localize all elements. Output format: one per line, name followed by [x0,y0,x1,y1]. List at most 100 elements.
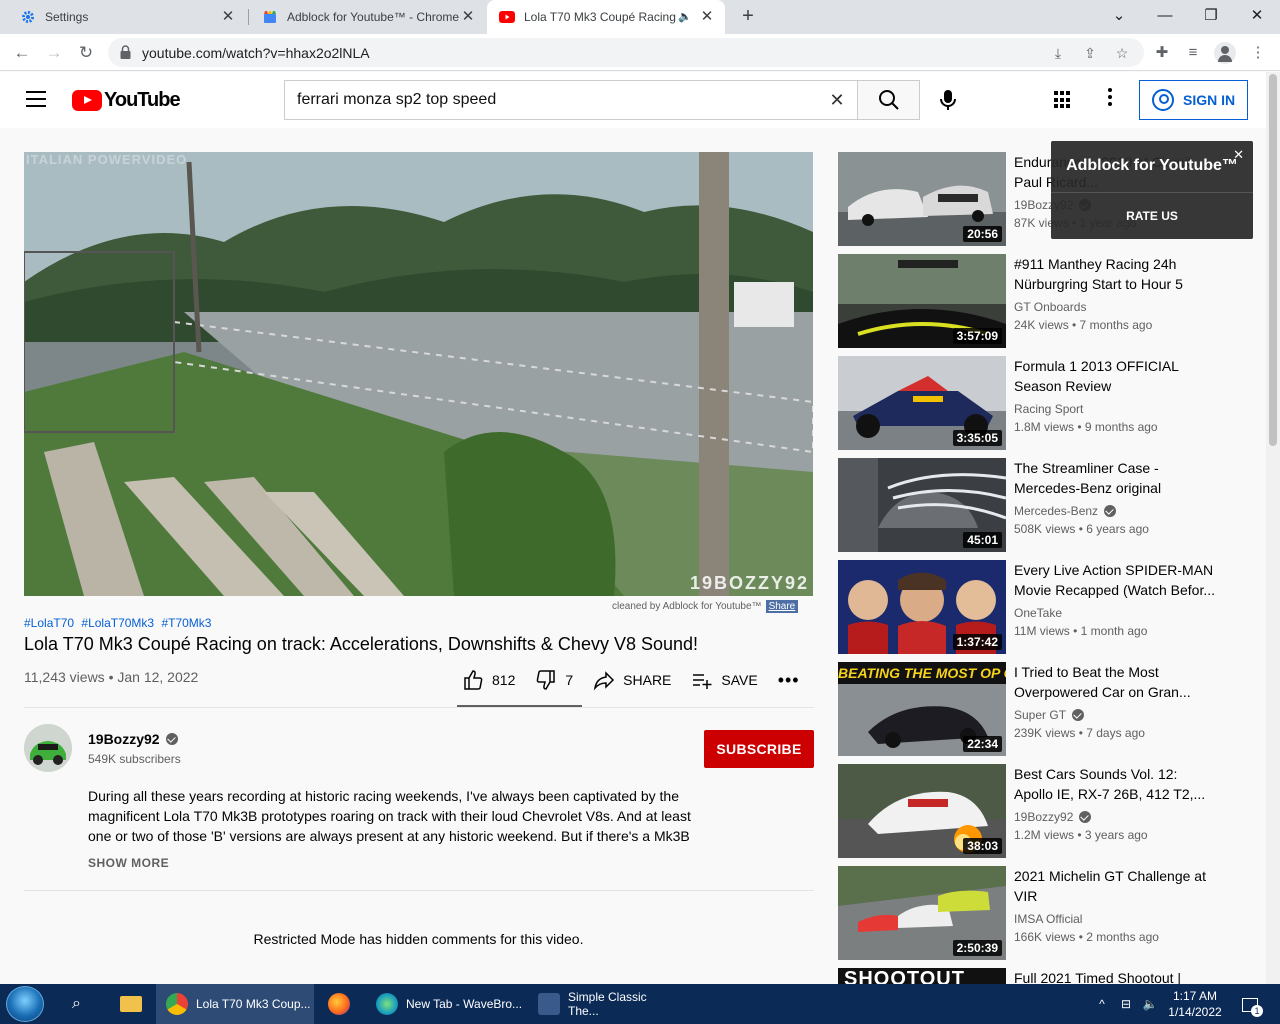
video-thumbnail[interactable]: 3:57:09 [838,254,1006,348]
address-bar[interactable]: youtube.com/watch?v=hhax2o2lNLA ⤓ ⇪ ☆ [108,38,1144,67]
taskbar-wavebrowser[interactable]: New Tab - WaveBro... [366,984,526,1024]
recommendation-item[interactable]: 3:35:05 Formula 1 2013 OFFICIAL Season R… [838,356,1258,450]
channel-avatar[interactable] [24,724,72,772]
recommendation-channel-name: IMSA Official [1014,912,1083,926]
chrome-webstore-icon [262,9,278,25]
recommendation-channel-name: Super GT [1014,708,1067,722]
network-icon[interactable]: ⊟ [1116,984,1136,1024]
tab-title: Lola T70 Mk3 Coupé Racing on [524,10,677,24]
clear-search-icon[interactable]: ✕ [827,90,847,110]
settings-more-icon[interactable] [1100,88,1120,112]
firefox-logo-icon [328,993,350,1015]
hashtag-link[interactable]: #LolaT70Mk3 [81,616,154,630]
tab-adblock[interactable]: Adblock for Youtube™ - Chrome We ✕ [250,0,486,34]
youtube-logo[interactable]: YouTube [72,88,181,111]
restore-button[interactable]: ❐ [1188,0,1234,34]
taskbar-chrome[interactable]: Lola T70 Mk3 Coup... [156,984,314,1024]
youtube-favicon-icon [499,9,515,25]
taskbar-simple-classic-theme[interactable]: Simple Classic The... [528,984,680,1024]
file-explorer-icon[interactable] [110,984,150,1024]
tab-youtube-video[interactable]: Lola T70 Mk3 Coupé Racing on 🔈 ✕ [487,0,725,34]
video-player[interactable]: ITALIAN POWERVIDEO 19BOZZY92 [24,152,813,596]
share-button[interactable]: SHARE [593,669,671,691]
video-thumbnail[interactable]: 2:50:39 [838,866,1006,960]
recommendation-item[interactable]: 3:57:09 #911 Manthey Racing 24h Nürburgr… [838,254,1258,348]
bookmark-star-icon[interactable]: ☆ [1112,43,1132,63]
channel-name-text: 19Bozzy92 [88,731,160,747]
sign-in-button[interactable]: SIGN IN [1139,80,1248,120]
microphone-icon [940,90,956,110]
save-button[interactable]: SAVE [691,669,758,691]
scrollbar-thumb[interactable] [1269,74,1277,446]
notification-center-icon[interactable]: 1 [1236,984,1264,1024]
share-icon[interactable]: ⇪ [1080,43,1100,63]
start-button[interactable] [6,986,44,1022]
more-actions-icon[interactable]: ••• [778,670,800,691]
close-icon[interactable]: ✕ [1233,147,1244,163]
hashtag-link[interactable]: #T70Mk3 [161,616,211,630]
recommendation-item[interactable]: SHOOTOUT Full 2021 Timed Shootout | [838,968,1258,984]
thumbs-down-icon [536,670,556,690]
search-icon [879,90,899,110]
youtube-logo-text: YouTube [104,88,181,111]
recommendation-item[interactable]: BEATING THE MOST OP CAR 22:34 I Tried to… [838,662,1258,756]
adblock-popup: Adblock for Youtube™ ✕ RATE US [1051,141,1253,239]
hashtag-link[interactable]: #LolaT70 [24,616,74,630]
media-control-icon[interactable]: ≡ [1181,41,1205,65]
page-scrollbar[interactable] [1266,72,1280,984]
search-input[interactable] [285,81,815,119]
recommendation-item[interactable]: 38:03 Best Cars Sounds Vol. 12: Apollo I… [838,764,1258,858]
show-more-button[interactable]: SHOW MORE [88,856,169,870]
video-thumbnail[interactable]: SHOOTOUT [838,968,1006,984]
system-clock[interactable]: 1:17 AM 1/14/2022 [1162,988,1228,1020]
video-thumbnail[interactable]: 38:03 [838,764,1006,858]
video-thumbnail[interactable]: 3:35:05 [838,356,1006,450]
divider [24,707,814,708]
rate-us-button[interactable]: RATE US [1051,209,1253,223]
chrome-menu-icon[interactable]: ⋮ [1246,41,1270,65]
channel-name[interactable]: 19Bozzy92 [88,731,178,747]
close-tab-icon[interactable]: ✕ [699,9,715,25]
clock-date: 1/14/2022 [1168,1005,1222,1019]
adblock-share-link[interactable]: Share [765,600,799,613]
search-taskbar-icon[interactable]: ⌕ [62,984,96,1024]
extensions-puzzle-icon[interactable]: ✚ [1150,41,1174,65]
recommendation-item[interactable]: 2:50:39 2021 Michelin GT Challenge at VI… [838,866,1258,960]
new-tab-button[interactable]: + [737,5,759,27]
volume-icon[interactable]: 🔈 [1140,984,1160,1024]
search-button[interactable] [857,80,920,120]
voice-search-button[interactable] [934,86,962,114]
youtube-apps-icon[interactable] [1054,91,1072,109]
forward-button[interactable]: → [41,40,67,66]
divider [1051,192,1253,193]
tab-search-icon[interactable]: ⌄ [1096,0,1142,34]
install-icon[interactable]: ⤓ [1048,43,1068,63]
minimize-button[interactable]: — [1142,0,1188,34]
tab-settings[interactable]: Settings ✕ [8,0,246,34]
video-thumbnail[interactable]: 45:01 [838,458,1006,552]
account-icon [1152,89,1174,111]
back-button[interactable]: ← [9,40,35,66]
recommendation-title: I Tried to Beat the Most Overpowered Car… [1014,664,1191,700]
video-thumbnail[interactable]: 1:37:42 [838,560,1006,654]
lock-icon[interactable] [120,45,131,59]
close-tab-icon[interactable]: ✕ [460,9,476,25]
subscribe-button[interactable]: SUBSCRIBE [704,730,814,768]
video-thumbnail[interactable]: BEATING THE MOST OP CAR 22:34 [838,662,1006,756]
dislike-button[interactable]: 7 [535,669,573,691]
recommendation-item[interactable]: 45:01 The Streamliner Case - Mercedes-Be… [838,458,1258,552]
video-duration: 2:50:39 [952,940,1002,956]
profile-avatar-icon[interactable] [1214,42,1236,64]
firefox-icon[interactable] [318,984,362,1024]
recommendation-item[interactable]: 1:37:42 Every Live Action SPIDER-MAN Mov… [838,560,1258,654]
close-window-button[interactable]: ✕ [1234,0,1280,34]
video-thumbnail[interactable]: 20:56 [838,152,1006,246]
guide-menu-icon[interactable] [26,91,46,107]
watermark-top: ITALIAN POWERVIDEO [26,152,188,167]
recommendation-meta: 24K views • 7 months ago [1014,318,1153,332]
close-tab-icon[interactable]: ✕ [220,9,236,25]
reload-button[interactable]: ↻ [73,40,99,66]
like-button[interactable]: 812 [462,669,515,691]
show-hidden-icons[interactable]: ^ [1094,984,1110,1024]
speaker-icon[interactable]: 🔈 [677,9,693,25]
